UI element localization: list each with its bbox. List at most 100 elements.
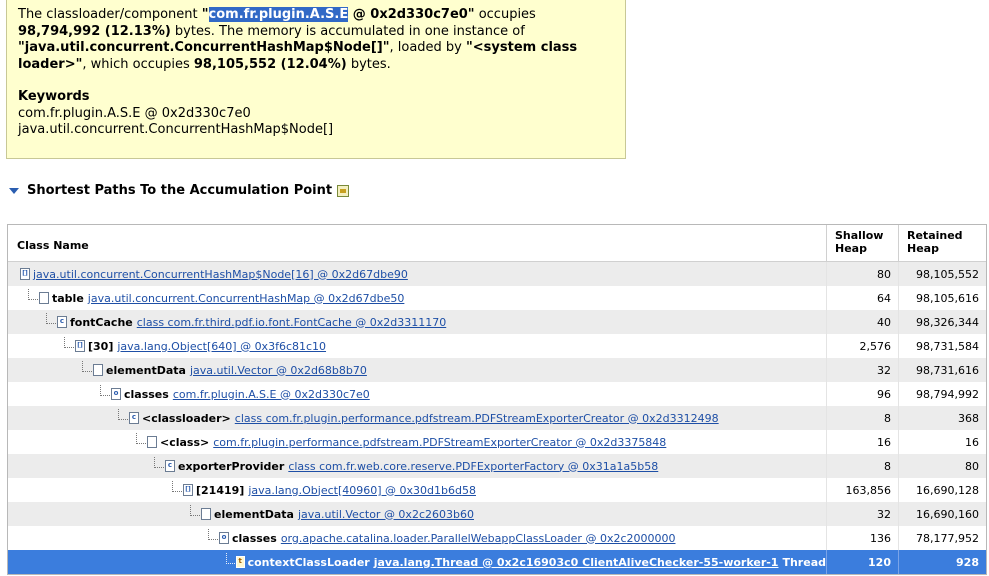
class-icon xyxy=(165,460,175,472)
object-link[interactable]: java.lang.Object[640] @ 0x3f6c81c10 xyxy=(117,340,326,353)
shallow-heap-value: 40 xyxy=(826,310,898,334)
tree-connector-icon xyxy=(190,504,200,516)
instance-icon xyxy=(219,532,229,544)
quote-open: " xyxy=(201,7,209,22)
table-row[interactable]: exporterProvider class com.fr.web.core.r… xyxy=(8,454,986,478)
object-icon xyxy=(147,436,157,448)
shallow-heap-value: 8 xyxy=(826,406,898,430)
retained-heap-value: 928 xyxy=(898,550,986,574)
field-name: [21419] xyxy=(196,483,245,497)
shallow-heap-value: 64 xyxy=(826,286,898,310)
shallow-heap-value: 136 xyxy=(826,526,898,550)
field-name: table xyxy=(52,291,84,305)
tree-connector-icon xyxy=(28,288,38,300)
retained-heap-value: 16,690,128 xyxy=(898,478,986,502)
array-icon xyxy=(20,268,30,280)
tree-connector-icon xyxy=(118,408,128,420)
occupied-bytes: 98,794,992 (12.13%) xyxy=(18,23,171,39)
table-header: Class Name Shallow Heap Retained Heap xyxy=(8,225,986,262)
object-icon xyxy=(39,292,49,304)
column-header-class-name[interactable]: Class Name xyxy=(8,225,826,261)
field-name: <class> xyxy=(160,435,210,449)
object-link[interactable]: com.fr.plugin.A.S.E @ 0x2d330c7e0 xyxy=(173,388,370,401)
shallow-heap-value: 32 xyxy=(826,502,898,526)
retained-heap-value: 98,794,992 xyxy=(898,382,986,406)
retained-heap-value: 98,105,552 xyxy=(898,262,986,286)
field-name: classes xyxy=(124,387,169,401)
object-link[interactable]: java.util.Vector @ 0x2c2603b60 xyxy=(298,508,474,521)
retained-heap-value: 368 xyxy=(898,406,986,430)
tree-connector-icon xyxy=(172,480,182,492)
object-link[interactable]: class com.fr.third.pdf.io.font.FontCache… xyxy=(137,316,446,329)
object-kind: Thread xyxy=(782,555,826,569)
table-row[interactable]: [21419] java.lang.Object[40960] @ 0x30d1… xyxy=(8,478,986,502)
column-header-retained-heap[interactable]: Retained Heap xyxy=(898,225,986,261)
tree-connector-icon xyxy=(82,360,92,372)
shallow-heap-value: 120 xyxy=(826,550,898,574)
column-header-shallow-heap[interactable]: Shallow Heap xyxy=(826,225,898,261)
field-name: fontCache xyxy=(70,315,133,329)
loader-bytes: 98,105,552 (12.04%) xyxy=(193,56,347,72)
retained-heap-value: 80 xyxy=(898,454,986,478)
retained-heap-value: 98,326,344 xyxy=(898,310,986,334)
table-row[interactable]: fontCache class com.fr.third.pdf.io.font… xyxy=(8,310,986,334)
shallow-heap-value: 32 xyxy=(826,358,898,382)
description-panel: The classloader/component "com.fr.plugin… xyxy=(6,0,626,159)
object-link[interactable]: java.lang.Object[40960] @ 0x30d1b6d58 xyxy=(248,484,476,497)
tree-connector-icon xyxy=(226,552,235,564)
table-row[interactable]: <classloader> class com.fr.plugin.perfor… xyxy=(8,406,986,430)
tree-connector-icon xyxy=(154,456,164,468)
table-row[interactable]: [30] java.lang.Object[640] @ 0x3f6c81c10… xyxy=(8,334,986,358)
field-name: classes xyxy=(232,531,277,545)
object-link[interactable]: java.lang.Thread @ 0x2c16903c0 ClientAli… xyxy=(374,556,779,569)
class-icon xyxy=(57,316,67,328)
table-row[interactable]: elementData java.util.Vector @ 0x2d68b8b… xyxy=(8,358,986,382)
retained-heap-value: 98,731,616 xyxy=(898,358,986,382)
highlighted-component[interactable]: com.fr.plugin.A.S.E xyxy=(208,7,349,22)
object-link[interactable]: class com.fr.plugin.performance.pdfstrea… xyxy=(235,412,719,425)
tree-connector-icon xyxy=(208,528,218,540)
retained-heap-value: 98,731,584 xyxy=(898,334,986,358)
object-link[interactable]: java.util.Vector @ 0x2d68b8b70 xyxy=(190,364,367,377)
object-link[interactable]: class com.fr.web.core.reserve.PDFExporte… xyxy=(288,460,658,473)
table-row[interactable]: classes org.apache.catalina.loader.Paral… xyxy=(8,526,986,550)
class-icon xyxy=(129,412,139,424)
object-link[interactable]: java.util.concurrent.ConcurrentHashMap$N… xyxy=(33,268,408,281)
field-name: <classloader> xyxy=(142,411,231,425)
retained-heap-value: 16 xyxy=(898,430,986,454)
table-row[interactable]: table java.util.concurrent.ConcurrentHas… xyxy=(8,286,986,310)
component-address: @ 0x2d330c7e0" xyxy=(348,7,475,22)
retained-heap-value: 78,177,952 xyxy=(898,526,986,550)
object-link[interactable]: java.util.concurrent.ConcurrentHashMap @… xyxy=(88,292,405,305)
keywords-title: Keywords xyxy=(18,89,90,104)
field-name: elementData xyxy=(106,363,186,377)
table-row[interactable]: classes com.fr.plugin.A.S.E @ 0x2d330c7e… xyxy=(8,382,986,406)
description-text: The classloader/component "com.fr.plugin… xyxy=(18,7,578,72)
object-link[interactable]: org.apache.catalina.loader.ParallelWebap… xyxy=(281,532,676,545)
table-row[interactable]: java.util.concurrent.ConcurrentHashMap$N… xyxy=(8,262,986,286)
shallow-heap-value: 163,856 xyxy=(826,478,898,502)
thread-icon xyxy=(235,556,245,568)
shallow-heap-value: 80 xyxy=(826,262,898,286)
array-icon xyxy=(75,340,85,352)
shallow-heap-value: 2,576 xyxy=(826,334,898,358)
object-link[interactable]: com.fr.plugin.performance.pdfstream.PDFS… xyxy=(213,436,666,449)
retained-heap-value: 98,105,616 xyxy=(898,286,986,310)
tree-connector-icon xyxy=(100,384,110,396)
details-icon[interactable] xyxy=(337,184,350,197)
instance-icon xyxy=(111,388,121,400)
section-header[interactable]: Shortest Paths To the Accumulation Point xyxy=(9,183,350,198)
shallow-heap-value: 16 xyxy=(826,430,898,454)
object-icon xyxy=(93,364,103,376)
table-row[interactable]: <class> com.fr.plugin.performance.pdfstr… xyxy=(8,430,986,454)
keyword-item: com.fr.plugin.A.S.E @ 0x2d330c7e0 xyxy=(18,105,251,121)
keyword-item: java.util.concurrent.ConcurrentHashMap$N… xyxy=(18,122,334,137)
table-row[interactable]: elementData java.util.Vector @ 0x2c2603b… xyxy=(8,502,986,526)
tree-connector-icon xyxy=(46,312,56,324)
field-name: [30] xyxy=(88,339,114,353)
table-row-selected[interactable]: contextClassLoader java.lang.Thread @ 0x… xyxy=(8,550,986,574)
paths-table: Class Name Shallow Heap Retained Heap ja… xyxy=(7,224,987,575)
retained-heap-value: 16,690,160 xyxy=(898,502,986,526)
collapse-triangle-icon[interactable] xyxy=(9,187,19,194)
section-title: Shortest Paths To the Accumulation Point xyxy=(27,183,333,198)
